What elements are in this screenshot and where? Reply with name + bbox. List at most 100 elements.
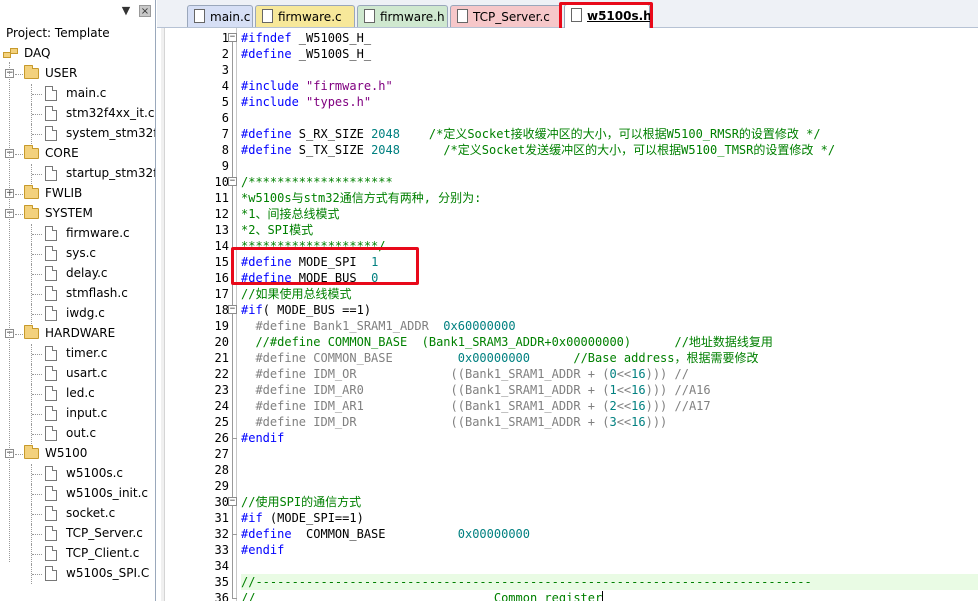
line-numbers: 1 2 3 4 5 6 7 8 9 10 11 12 13 14 15 16 17 18 19 20 21 22 23 24 2… <box>171 30 229 601</box>
code-line[interactable]: /******************** <box>241 174 978 190</box>
line-number: 9 <box>221 159 229 173</box>
tree-file-item[interactable]: timer.c <box>0 344 155 364</box>
close-icon[interactable]: × <box>139 5 151 17</box>
code-line[interactable]: #define IDM_AR1 ((Bank1_SRAM1_ADDR + (2<… <box>241 398 978 414</box>
line-number: 2 <box>221 47 229 61</box>
tree-file-item[interactable]: main.c <box>0 84 155 104</box>
tab-firmware-c[interactable]: firmware.c <box>255 5 355 27</box>
code-line[interactable]: #include "firmware.h" <box>241 78 978 94</box>
tree-folder-item[interactable]: − CORE <box>0 144 155 164</box>
tree-file-item[interactable]: TCP_Server.c <box>0 524 155 544</box>
code-editor[interactable]: 1 2 3 4 5 6 7 8 9 10 11 12 13 14 15 16 17 18 19 20 21 22 23 24 2… <box>161 28 978 601</box>
code-line[interactable] <box>241 110 978 126</box>
code-line[interactable]: #define IDM_DR ((Bank1_SRAM1_ADDR + (3<<… <box>241 414 978 430</box>
file-icon <box>45 86 57 101</box>
line-number: 11 <box>214 191 229 205</box>
tab-highlight-box <box>559 2 653 31</box>
code-line[interactable]: //#define COMMON_BASE (Bank1_SRAM3_ADDR+… <box>241 334 978 350</box>
tab-tcp-server-c[interactable]: TCP_Server.c <box>450 5 562 27</box>
code-line[interactable]: //--------------------------------------… <box>241 574 978 590</box>
code-token: "firmware.h" <box>306 79 393 93</box>
line-number-gutter: 1 2 3 4 5 6 7 8 9 10 11 12 13 14 15 16 17 18 19 20 21 22 23 24 2… <box>166 28 237 601</box>
code-token: #include <box>241 95 299 109</box>
fold-toggle-icon[interactable]: − <box>228 497 237 506</box>
line-number: 5 <box>221 95 229 109</box>
tree-item-label: main.c <box>66 86 107 100</box>
tree-folder-item[interactable]: − W5100 <box>0 444 155 464</box>
code-line[interactable]: #define S_TX_SIZE 2048 /*定义Socket发送缓冲区的大… <box>241 142 978 158</box>
pin-icon[interactable]: ▼ <box>120 5 132 17</box>
tree-file-item[interactable]: startup_stm32f40_41xxx.s <box>0 164 155 184</box>
code-line[interactable]: #define COMMON_BASE 0x00000000 <box>241 526 978 542</box>
tree-root-item[interactable]: DAQ <box>0 44 155 64</box>
tree-item-label: TCP_Server.c <box>66 526 143 540</box>
code-line[interactable]: #define Bank1_SRAM1_ADDR 0x60000000 <box>241 318 978 334</box>
code-highlight-box <box>231 247 419 285</box>
code-line[interactable]: //如果使用总线模式 <box>241 286 978 302</box>
code-line[interactable]: *w5100s与stm32通信方式有两种, 分别为: <box>241 190 978 206</box>
code-line[interactable]: *2、SPI模式 <box>241 222 978 238</box>
fold-toggle-icon[interactable]: − <box>228 177 237 186</box>
code-line[interactable]: #if( MODE_BUS ==1) <box>241 302 978 318</box>
code-token: 0x00000000 <box>457 527 530 541</box>
code-token: //#define COMMON_BASE (Bank1_SRAM3_ADDR+… <box>241 335 773 349</box>
code-token: (MODE_SPI==1) <box>262 511 364 525</box>
tree-folder-item[interactable]: − USER <box>0 64 155 84</box>
tree-file-item[interactable]: system_stm32f4xx.c <box>0 124 155 144</box>
tree-file-item[interactable]: w5100s_init.c <box>0 484 155 504</box>
code-line[interactable]: #define IDM_AR0 ((Bank1_SRAM1_ADDR + (1<… <box>241 382 978 398</box>
fold-toggle-icon[interactable]: − <box>228 305 237 314</box>
tree-file-item[interactable]: TCP_Client.c <box>0 544 155 564</box>
tree-file-item[interactable]: socket.c <box>0 504 155 524</box>
code-area[interactable]: #ifndef _W5100S_H_ #define _W5100S_H_ #inc… <box>241 30 978 601</box>
tree-file-item[interactable]: stmflash.c <box>0 284 155 304</box>
file-icon <box>45 126 57 141</box>
tree-file-item[interactable]: delay.c <box>0 264 155 284</box>
code-line[interactable]: //使用SPI的通信方式 <box>241 494 978 510</box>
file-icon <box>45 306 57 321</box>
tree-file-item[interactable]: led.c <box>0 384 155 404</box>
code-line[interactable]: #define IDM_OR ((Bank1_SRAM1_ADDR + (0<<… <box>241 366 978 382</box>
tree-folder-item[interactable]: + FWLIB <box>0 184 155 204</box>
tree-item-label: firmware.c <box>66 226 130 240</box>
tree-folder-item[interactable]: − HARDWARE <box>0 324 155 344</box>
code-line[interactable]: #ifndef _W5100S_H_ <box>241 30 978 46</box>
code-line[interactable] <box>241 558 978 574</box>
tree-item-label: delay.c <box>66 266 108 280</box>
code-line[interactable]: #endif <box>241 430 978 446</box>
code-line[interactable]: #define _W5100S_H_ <box>241 46 978 62</box>
line-number: 31 <box>214 511 229 525</box>
code-token: *1、间接总线模式 <box>241 207 340 221</box>
tree-file-item[interactable]: firmware.c <box>0 224 155 244</box>
tree-file-item[interactable]: out.c <box>0 424 155 444</box>
tree-file-item[interactable]: iwdg.c <box>0 304 155 324</box>
code-line[interactable] <box>241 478 978 494</box>
tree-file-item[interactable]: input.c <box>0 404 155 424</box>
code-line[interactable] <box>241 62 978 78</box>
tree-file-item[interactable]: usart.c <box>0 364 155 384</box>
tree-item-label: W5100 <box>45 446 88 460</box>
tab-firmware-h[interactable]: firmware.h <box>357 5 448 27</box>
tab-main-c[interactable]: main.c <box>187 5 253 27</box>
code-token: _W5100S_H_ <box>291 31 372 45</box>
tree-file-item[interactable]: w5100s.c <box>0 464 155 484</box>
tree-file-item[interactable]: w5100s_SPI.C <box>0 564 155 584</box>
code-line[interactable] <box>241 462 978 478</box>
tree-folder-item[interactable]: − SYSTEM <box>0 204 155 224</box>
code-line[interactable]: #include "types.h" <box>241 94 978 110</box>
code-token: ))) <box>645 415 668 429</box>
code-line[interactable]: *1、间接总线模式 <box>241 206 978 222</box>
code-line[interactable]: #define S_RX_SIZE 2048 /*定义Socket接收缓冲区的大… <box>241 126 978 142</box>
code-line[interactable]: #if (MODE_SPI==1) <box>241 510 978 526</box>
code-line[interactable]: #endif <box>241 542 978 558</box>
tree-file-item[interactable]: stm32f4xx_it.c <box>0 104 155 124</box>
tree-file-item[interactable]: sys.c <box>0 244 155 264</box>
code-line[interactable] <box>241 446 978 462</box>
code-line[interactable]: #define COMMON_BASE 0x00000000 //Base ad… <box>241 350 978 366</box>
code-token: // Common register <box>241 591 603 601</box>
code-line[interactable] <box>241 158 978 174</box>
code-line[interactable]: // Common register <box>241 590 978 601</box>
tab-label: firmware.h <box>380 10 445 24</box>
fold-toggle-icon[interactable]: − <box>228 33 237 42</box>
